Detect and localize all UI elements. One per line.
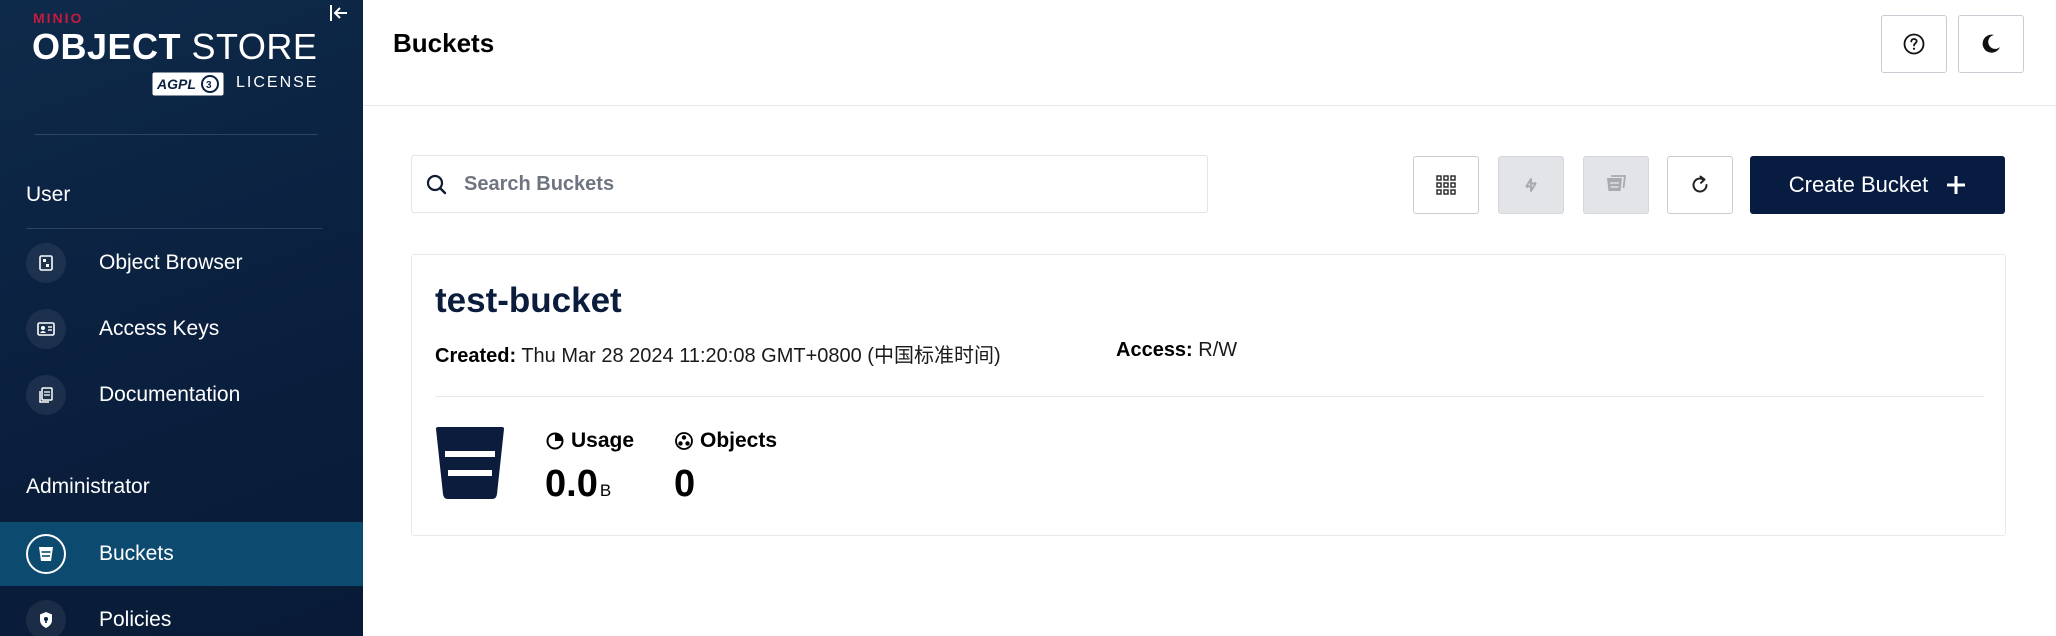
objects-value: 0 — [674, 463, 696, 505]
logo-brand: MINIO — [33, 10, 84, 26]
sidebar-item-label: Object Browser — [99, 251, 243, 274]
select-multiple-button[interactable] — [1413, 156, 1479, 214]
logo-title-light: STORE — [191, 26, 318, 67]
agpl-badge-icon: AGPL 3 — [152, 72, 224, 96]
sidebar-item-object-browser[interactable]: Object Browser — [0, 231, 363, 295]
plus-icon — [1947, 176, 1966, 194]
pie-chart-icon — [546, 432, 564, 450]
theme-toggle-button[interactable] — [1958, 15, 2024, 73]
minio-logo: MINIO OBJECT STORE AGPL 3 LICENSE — [32, 10, 322, 96]
set-lifecycle-button[interactable] — [1583, 156, 1649, 214]
section-divider — [26, 228, 322, 229]
sidebar-item-label: Buckets — [99, 542, 174, 565]
objects-icon — [675, 432, 693, 450]
bucket-card[interactable]: test-bucket Created: Thu Mar 28 2024 11:… — [411, 254, 2006, 536]
usage-label: Usage — [545, 429, 634, 453]
set-replication-button[interactable] — [1498, 156, 1564, 214]
sidebar-item-policies[interactable]: Policies — [0, 588, 363, 636]
usage-number: 0.0 — [545, 463, 598, 505]
search-input[interactable] — [464, 168, 1164, 200]
sidebar-item-label: Policies — [99, 608, 172, 631]
bucket-icon — [436, 427, 504, 499]
sidebar-divider — [34, 134, 318, 135]
license-label: LICENSE — [236, 74, 319, 91]
help-button[interactable] — [1881, 15, 1947, 73]
grid-icon — [1436, 175, 1456, 195]
refresh-icon — [1692, 175, 1708, 193]
page-title: Buckets — [393, 28, 495, 58]
bucket-icon — [26, 534, 66, 574]
logo-title-bold: OBJECT — [32, 26, 182, 67]
object-browser-icon — [26, 243, 66, 283]
created-label: Created: — [435, 345, 517, 367]
collapse-sidebar-icon[interactable] — [327, 2, 351, 24]
created-value: Thu Mar 28 2024 11:20:08 GMT+0800 (中国标准时… — [521, 345, 1001, 367]
objects-label: Objects — [674, 429, 777, 453]
sidebar-item-buckets[interactable]: Buckets — [0, 522, 363, 586]
access-value: R/W — [1198, 339, 1238, 361]
bucket-name-link[interactable]: test-bucket — [435, 281, 622, 321]
documentation-icon — [26, 375, 66, 415]
access-label: Access: — [1116, 339, 1193, 361]
sidebar-item-label: Access Keys — [99, 317, 220, 340]
bucket-created: Created: Thu Mar 28 2024 11:20:08 GMT+08… — [435, 339, 1001, 368]
svg-text:3: 3 — [206, 80, 212, 91]
help-icon — [1903, 33, 1925, 55]
create-bucket-button[interactable]: Create Bucket — [1750, 156, 2005, 214]
usage-unit: B — [599, 481, 612, 500]
search-bar[interactable] — [411, 155, 1208, 213]
replication-icon — [1525, 178, 1537, 192]
section-title-administrator: Administrator — [26, 475, 150, 498]
lifecycle-icon — [1607, 175, 1627, 191]
refresh-button[interactable] — [1667, 156, 1733, 214]
usage-label-text: Usage — [571, 429, 635, 452]
section-title-user: User — [26, 183, 71, 206]
svg-text:AGPL: AGPL — [156, 76, 196, 92]
moon-icon — [1982, 34, 2000, 53]
objects-label-text: Objects — [700, 429, 778, 452]
sidebar-item-access-keys[interactable]: Access Keys — [0, 297, 363, 361]
policy-icon — [26, 600, 66, 636]
sidebar-item-label: Documentation — [99, 383, 241, 406]
usage-value: 0.0 B — [545, 463, 611, 506]
sidebar: MINIO OBJECT STORE AGPL 3 LICENSE User O… — [0, 0, 363, 636]
page-header: Buckets — [363, 0, 2056, 106]
card-divider — [435, 396, 1984, 397]
sidebar-item-documentation[interactable]: Documentation — [0, 363, 363, 427]
create-bucket-label: Create Bucket — [1788, 172, 1929, 197]
logo-title: OBJECT STORE — [32, 26, 317, 68]
search-icon — [426, 174, 447, 195]
bucket-access: Access: R/W — [1116, 339, 1237, 362]
access-keys-icon — [26, 309, 66, 349]
